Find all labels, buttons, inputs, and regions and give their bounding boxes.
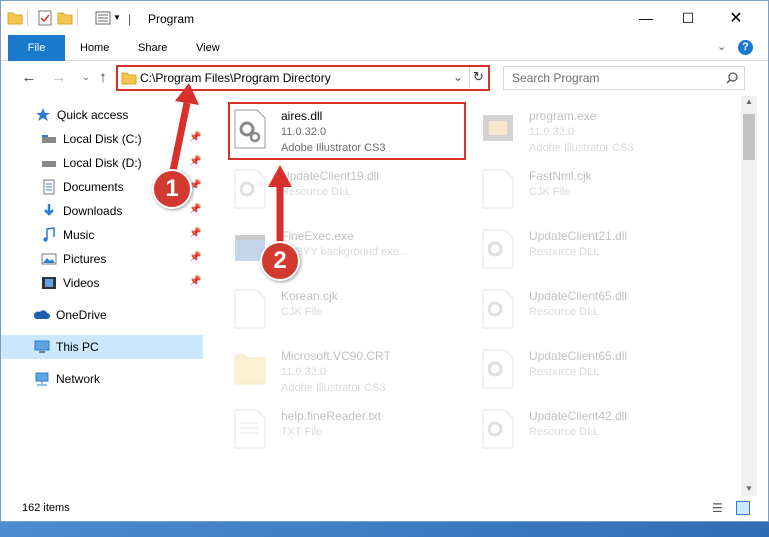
arrow-annotations — [169, 83, 292, 243]
step-badge-2: 2 — [260, 241, 300, 281]
explorer-window: ▼ | Program — ☐ ✕ File Home Share View ⌄… — [0, 0, 769, 522]
step-badge-1: 1 — [152, 169, 192, 209]
